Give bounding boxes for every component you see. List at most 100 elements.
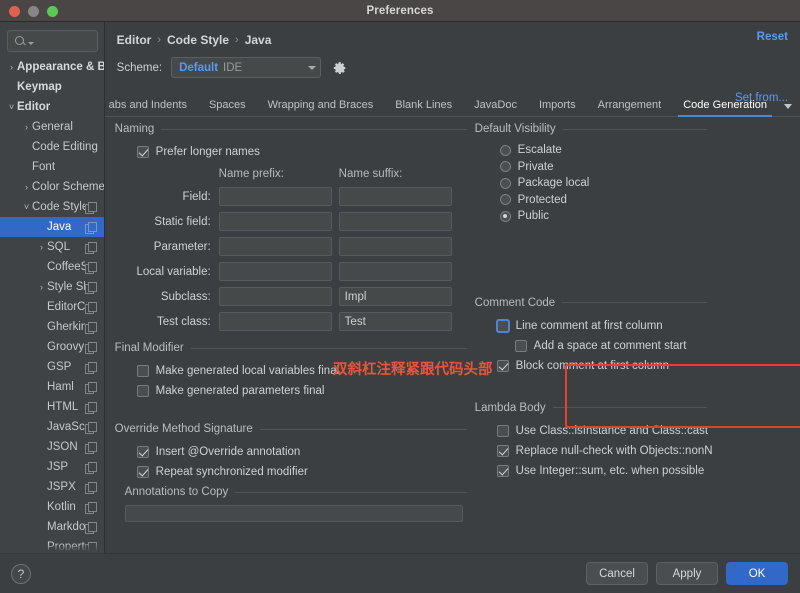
naming-suffix-input-subclass[interactable] [338, 287, 452, 306]
copy-scheme-icon[interactable] [84, 461, 97, 474]
override-method-row[interactable]: Insert @Override annotation [115, 442, 467, 462]
visibility-radio-escalate[interactable] [499, 144, 511, 156]
sidebar-item-appearance-behavior[interactable]: ›Appearance & Behavior [0, 57, 104, 77]
sidebar-item-code-editing[interactable]: Code Editing [0, 137, 104, 157]
help-button[interactable]: ? [11, 563, 31, 584]
comment-code-checkbox-2[interactable] [496, 359, 509, 372]
naming-prefix-input-subclass[interactable] [218, 287, 332, 306]
ok-button[interactable]: OK [726, 562, 788, 585]
chevron-right-icon[interactable]: › [36, 242, 47, 252]
minimize-window-button[interactable] [28, 5, 39, 17]
visibility-option-row[interactable]: Public [475, 208, 707, 225]
sidebar-item-kotlin[interactable]: Kotlin [0, 497, 104, 517]
visibility-option-row[interactable]: Package local [475, 175, 707, 192]
copy-scheme-icon[interactable] [84, 501, 97, 514]
chevron-right-icon[interactable]: › [36, 282, 47, 292]
sidebar-item-coffeescript[interactable]: CoffeeScript [0, 257, 104, 277]
gear-icon[interactable] [333, 61, 347, 75]
copy-scheme-icon[interactable] [84, 241, 97, 254]
zoom-window-button[interactable] [47, 5, 58, 17]
naming-prefix-input-parameter[interactable] [218, 237, 332, 256]
tab-wrapping-and-braces[interactable]: Wrapping and Braces [257, 99, 385, 116]
prefer-longer-names-checkbox[interactable] [136, 146, 149, 158]
lambda-body-row[interactable]: Use Integer::sum, etc. when possible [475, 461, 707, 481]
chevron-down-icon[interactable]: ˅ [6, 102, 17, 112]
scheme-select[interactable]: Default IDE [171, 57, 322, 78]
tab-spaces[interactable]: Spaces [198, 99, 257, 116]
naming-prefix-input-static-field[interactable] [218, 212, 332, 231]
comment-code-row[interactable]: Block comment at first column [475, 356, 707, 376]
sidebar-item-jsp[interactable]: JSP [0, 457, 104, 477]
sidebar-item-color-scheme[interactable]: › Color Scheme [0, 177, 104, 197]
sidebar-item-markdown[interactable]: Markdown [0, 517, 104, 537]
cancel-button[interactable]: Cancel [586, 562, 648, 585]
sidebar-item-font[interactable]: Font [0, 157, 104, 177]
breadcrumb-item-java[interactable]: Java [245, 33, 272, 47]
sidebar-item-editorconfig[interactable]: EditorConfig [0, 297, 104, 317]
visibility-option-row[interactable]: Protected [475, 192, 707, 209]
copy-scheme-icon[interactable] [84, 361, 97, 374]
comment-code-checkbox-1[interactable] [514, 339, 527, 352]
visibility-option-row[interactable]: Escalate [475, 142, 707, 159]
copy-scheme-icon[interactable] [84, 441, 97, 454]
final-modifier-row[interactable]: Make generated parameters final [115, 381, 467, 401]
annotations-to-copy-input[interactable] [124, 505, 463, 522]
tab-blank-lines[interactable]: Blank Lines [384, 99, 463, 116]
sidebar-item-json[interactable]: JSON [0, 437, 104, 457]
prefer-longer-names-row[interactable]: Prefer longer names [115, 142, 467, 162]
breadcrumb-item-editor[interactable]: Editor [117, 33, 152, 47]
copy-scheme-icon[interactable] [84, 321, 97, 334]
visibility-radio-public[interactable] [499, 210, 511, 222]
sidebar-item-style-sheets[interactable]: ›Style Sheets [0, 277, 104, 297]
sidebar-item-editor[interactable]: ˅ Editor [0, 97, 104, 117]
visibility-radio-private[interactable] [499, 161, 511, 173]
copy-scheme-icon[interactable] [84, 281, 97, 294]
sidebar-item-sql[interactable]: › SQL [0, 237, 104, 257]
sidebar-item-html[interactable]: HTML [0, 397, 104, 417]
comment-code-checkbox-0[interactable] [496, 319, 509, 332]
naming-suffix-input-parameter[interactable] [338, 237, 452, 256]
naming-suffix-input-test-class[interactable] [338, 312, 452, 331]
visibility-radio-package-local[interactable] [499, 177, 511, 189]
reset-link[interactable]: Reset [757, 31, 788, 43]
override-method-checkbox-1[interactable] [136, 466, 149, 478]
final-modifier-checkbox-0[interactable] [136, 365, 149, 377]
chevron-right-icon[interactable]: › [21, 122, 32, 132]
copy-scheme-icon[interactable] [84, 381, 97, 394]
sidebar-item-keymap[interactable]: Keymap [0, 77, 104, 97]
visibility-option-row[interactable]: Private [475, 159, 707, 176]
sidebar-item-general[interactable]: › General [0, 117, 104, 137]
copy-scheme-icon[interactable] [84, 421, 97, 434]
naming-suffix-input-field[interactable] [338, 187, 452, 206]
tabs-overflow-chevron-down-icon[interactable] [778, 100, 800, 116]
copy-scheme-icon[interactable] [84, 401, 97, 414]
apply-button[interactable]: Apply [656, 562, 718, 585]
close-window-button[interactable] [9, 5, 20, 17]
chevron-down-icon[interactable]: ˅ [21, 202, 32, 212]
sidebar-item-javascript[interactable]: JavaScript [0, 417, 104, 437]
tab-arrangement[interactable]: Arrangement [587, 99, 673, 116]
naming-suffix-input-local-variable[interactable] [338, 262, 452, 281]
tab-imports[interactable]: Imports [528, 99, 587, 116]
naming-suffix-input-static-field[interactable] [338, 212, 452, 231]
sidebar-item-code-style[interactable]: ˅ Code Style [0, 197, 104, 217]
sidebar-item-gsp[interactable]: GSP [0, 357, 104, 377]
search-box[interactable] [7, 30, 104, 52]
copy-scheme-icon[interactable] [84, 521, 97, 534]
copy-scheme-icon[interactable] [84, 301, 97, 314]
override-method-checkbox-0[interactable] [136, 446, 149, 458]
sidebar-item-java[interactable]: Java [0, 217, 104, 237]
tab-code-generation[interactable]: Code Generation [672, 99, 778, 117]
lambda-body-row[interactable]: Replace null-check with Objects::nonN [475, 441, 713, 461]
copy-scheme-icon[interactable] [84, 261, 97, 274]
sidebar-item-haml[interactable]: Haml [0, 377, 104, 397]
chevron-right-icon[interactable]: › [21, 182, 32, 192]
sidebar-item-jspx[interactable]: JSPX [0, 477, 104, 497]
sidebar-item-gherkin[interactable]: Gherkin [0, 317, 104, 337]
sidebar-item-groovy[interactable]: Groovy [0, 337, 104, 357]
override-method-row[interactable]: Repeat synchronized modifier [115, 462, 467, 482]
search-input[interactable] [34, 35, 104, 47]
breadcrumb-item-code-style[interactable]: Code Style [167, 33, 229, 47]
lambda-body-row[interactable]: Use Class::isInstance and Class::cast [475, 421, 708, 441]
comment-code-row[interactable]: Add a space at comment start [475, 336, 707, 356]
